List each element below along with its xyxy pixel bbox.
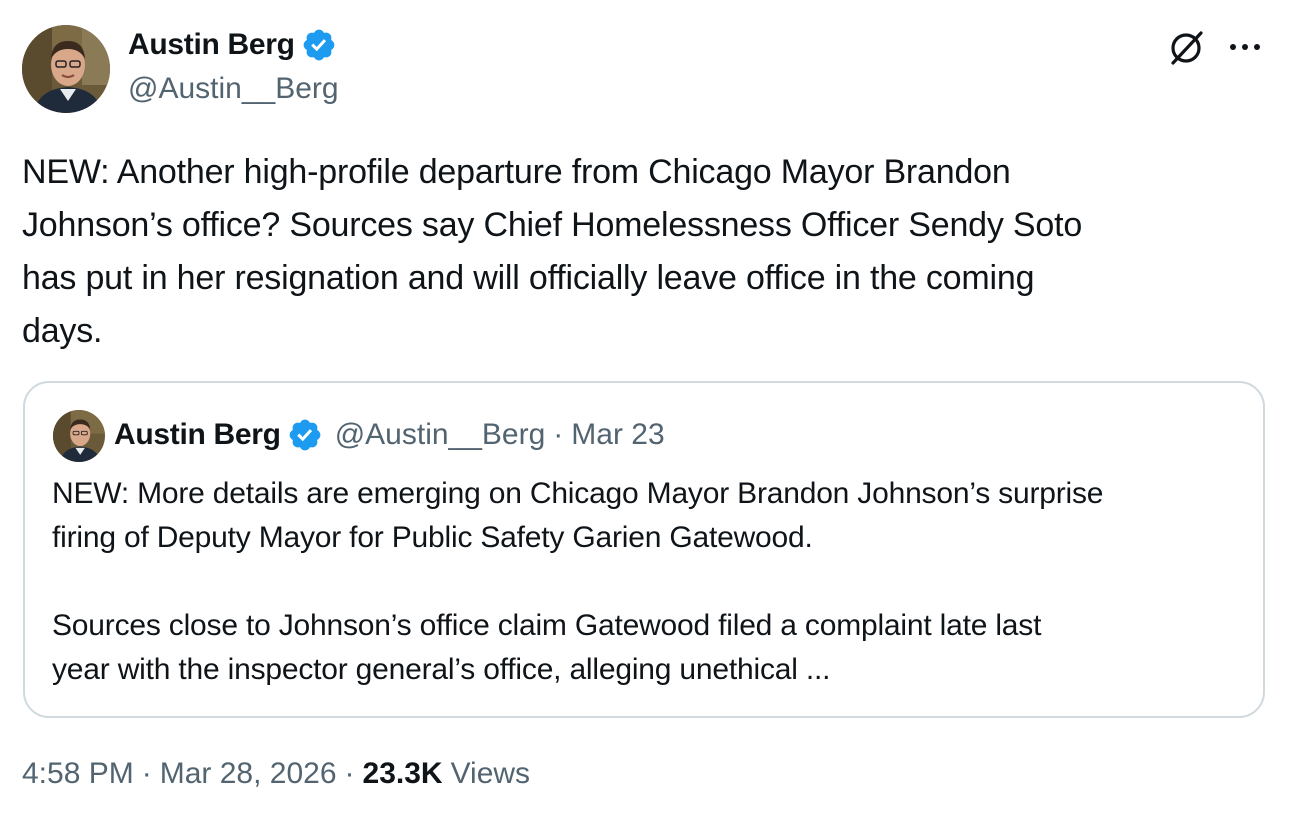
author-handle[interactable]: @Austin__Berg [128, 72, 339, 106]
verified-badge-icon[interactable] [301, 27, 337, 63]
author-avatar[interactable] [22, 25, 110, 113]
views-count[interactable]: 23.3K [363, 757, 443, 791]
grok-icon[interactable] [1166, 28, 1206, 68]
quoted-display-name[interactable]: Austin Berg [114, 418, 281, 452]
meta-separator-2: · [344, 757, 355, 790]
quoted-tweet-text: NEW: More details are emerging on Chicag… [52, 477, 1104, 686]
tweet-time[interactable]: 4:58 PM [22, 757, 134, 791]
quoted-header-row: Austin Berg @Austin__Berg · Mar 23 [114, 417, 665, 453]
quoted-separator: · [553, 418, 564, 451]
tweet-text: NEW: Another high-profile departure from… [22, 153, 1083, 350]
tweet-date[interactable]: Mar 28, 2026 [160, 757, 337, 791]
author-name-row: Austin Berg [128, 27, 337, 63]
quoted-avatar-photo [53, 410, 105, 462]
meta-separator: · [141, 757, 152, 790]
quoted-verified-badge-icon [287, 417, 323, 453]
quoted-tweet-card[interactable]: Austin Berg @Austin__Berg · Mar 23 NEW: … [23, 381, 1265, 718]
views-label: Views [450, 757, 531, 790]
quoted-date[interactable]: Mar 23 [571, 418, 664, 452]
quoted-author-avatar[interactable] [53, 410, 105, 462]
more-horizontal-icon[interactable] [1226, 32, 1264, 62]
author-display-name[interactable]: Austin Berg [128, 28, 295, 62]
quoted-handle[interactable]: @Austin__Berg [335, 418, 546, 452]
tweet-meta: 4:58 PM · Mar 28, 2026 · 23.3K Views [22, 757, 530, 791]
avatar-photo [22, 25, 110, 113]
